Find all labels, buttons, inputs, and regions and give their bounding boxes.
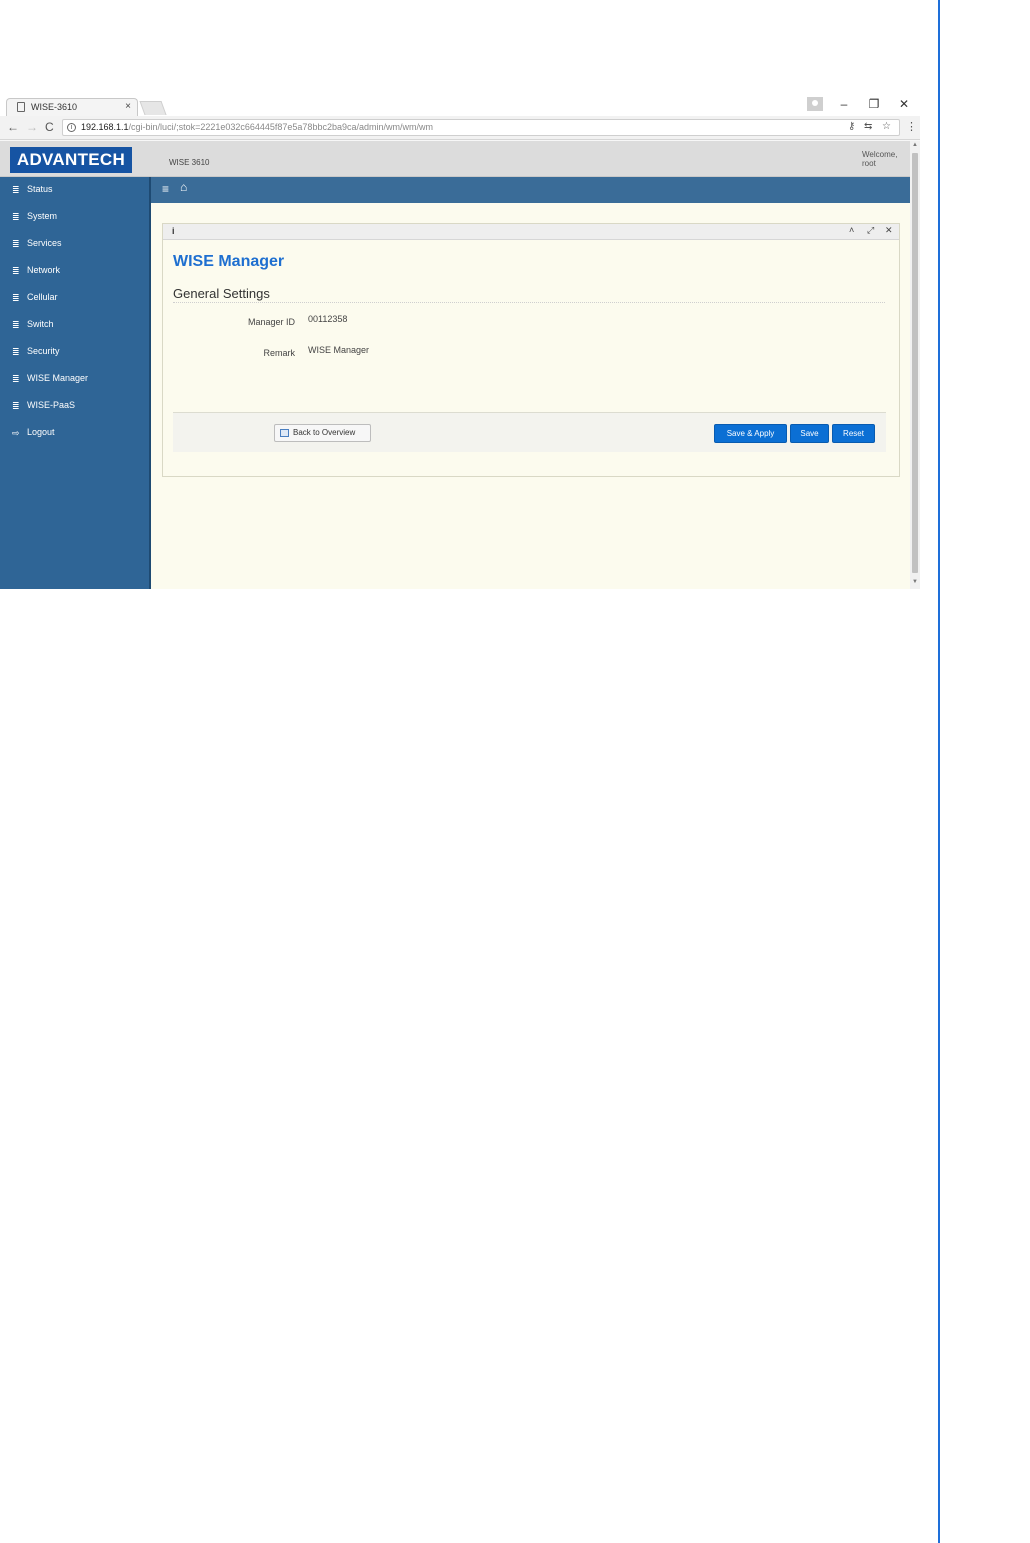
new-tab-button[interactable] — [139, 101, 167, 115]
sidebar-item-label: Security — [27, 346, 60, 356]
sidebar-item-label: Switch — [27, 319, 54, 329]
back-button-label: Back to Overview — [293, 428, 356, 437]
translate-icon[interactable]: ⇆ — [864, 121, 872, 132]
close-window-icon[interactable]: ✕ — [894, 97, 914, 111]
sidebar-item-network[interactable]: ≣ Network — [0, 258, 149, 285]
back-to-overview-button[interactable]: Back to Overview — [274, 424, 371, 442]
app-header: ADVANTECH WISE 3610 Welcome, root — [0, 141, 910, 177]
info-icon: i — [172, 226, 175, 236]
address-bar[interactable]: i 192.168.1.1/cgi-bin/luci/;stok=2221e03… — [62, 119, 900, 136]
scroll-thumb[interactable] — [912, 153, 918, 573]
forward-arrow-icon[interactable]: → — [26, 120, 38, 134]
sidebar-item-cellular[interactable]: ≣ Cellular — [0, 285, 149, 312]
sidebar-item-label: Cellular — [27, 292, 58, 302]
sidebar-item-services[interactable]: ≣ Services — [0, 231, 149, 258]
key-icon[interactable]: ⚷ — [848, 121, 855, 132]
sidebar-item-switch[interactable]: ≣ Switch — [0, 312, 149, 339]
sidebar-item-label: Status — [27, 184, 53, 194]
list-icon: ≣ — [12, 266, 20, 276]
scroll-up-icon[interactable]: ▲ — [912, 142, 918, 148]
advantech-logo: ADVANTECH — [10, 147, 132, 173]
page-title: WISE Manager — [173, 253, 285, 270]
close-icon[interactable]: ✕ — [885, 225, 893, 236]
reload-icon[interactable]: C — [45, 120, 54, 134]
product-name: WISE 3610 — [169, 158, 210, 167]
browser-menu-icon[interactable]: ⋮ — [906, 120, 917, 133]
url-host: 192.168.1.1 — [81, 122, 129, 132]
minimize-icon[interactable]: – — [834, 97, 854, 111]
collapse-icon[interactable]: ˄ — [849, 225, 854, 235]
section-title: General Settings — [173, 286, 270, 301]
sidebar-item-label: WISE-PaaS — [27, 400, 76, 410]
scroll-down-icon[interactable]: ▼ — [912, 579, 918, 585]
expand-icon[interactable]: ⤢ — [867, 225, 874, 236]
list-icon: ≣ — [12, 293, 20, 303]
sidebar-item-label: System — [27, 211, 58, 221]
url-text: 192.168.1.1/cgi-bin/luci/;stok=2221e032c… — [81, 122, 433, 132]
page-icon — [17, 102, 25, 112]
sidebar-item-security[interactable]: ≣ Security — [0, 339, 149, 366]
remark-value: WISE Manager — [308, 345, 370, 355]
username: root — [862, 159, 876, 168]
page-scrollbar[interactable]: ▲ ▼ — [910, 141, 920, 589]
section-divider — [173, 302, 885, 303]
document-page: WISE-3610 × – ❐ ✕ ← → C i 192.168.1.1/cg… — [0, 0, 1030, 1543]
sidebar-item-status[interactable]: ≣ Status — [0, 177, 149, 204]
settings-panel: i ˄ ⤢ ✕ WISE Manager General Settings Ma… — [162, 223, 900, 477]
sidebar-item-wise-manager[interactable]: ≣ WISE Manager — [0, 366, 149, 393]
sidebar-item-label: Services — [27, 238, 62, 248]
user-profile-icon[interactable] — [807, 97, 823, 111]
tab-title: WISE-3610 — [31, 102, 78, 112]
main-content: i ˄ ⤢ ✕ WISE Manager General Settings Ma… — [151, 203, 910, 589]
browser-tab[interactable]: WISE-3610 × — [6, 98, 138, 116]
manager-id-value: 00112358 — [308, 314, 348, 324]
back-arrow-icon[interactable]: ← — [7, 120, 19, 134]
tab-strip: WISE-3610 × – ❐ ✕ — [0, 96, 920, 116]
list-icon: ≣ — [12, 185, 20, 195]
sidebar-item-label: WISE Manager — [27, 373, 89, 383]
hamburger-menu-icon[interactable]: ≡ — [162, 182, 169, 196]
sidebar-item-label: Logout — [27, 427, 55, 437]
tab-close-icon[interactable]: × — [125, 101, 131, 112]
restore-icon[interactable]: ❐ — [864, 97, 884, 111]
sidebar-item-wise-paas[interactable]: ≣ WISE-PaaS — [0, 393, 149, 420]
sidebar-item-label: Network — [27, 265, 61, 275]
home-icon[interactable]: ⌂ — [180, 180, 187, 194]
bookmark-star-icon[interactable]: ☆ — [882, 121, 891, 132]
list-icon: ≣ — [12, 212, 20, 222]
page-margin-rule — [938, 0, 940, 1543]
sidebar-item-logout[interactable]: ⇨ Logout — [0, 420, 149, 447]
url-path: /cgi-bin/luci/;stok=2221e032c664445f87e5… — [128, 122, 433, 132]
overview-icon — [280, 429, 289, 437]
welcome-line: Welcome, — [862, 150, 898, 159]
panel-header: i ˄ ⤢ ✕ — [163, 224, 899, 240]
top-nav-bar: ≡ ⌂ — [151, 177, 910, 203]
form-actions: Back to Overview Save & Apply Save Reset — [173, 412, 886, 452]
sidebar-item-system[interactable]: ≣ System — [0, 204, 149, 231]
browser-window: WISE-3610 × – ❐ ✕ ← → C i 192.168.1.1/cg… — [0, 96, 920, 589]
sidebar: ≣ Status ≣ System ≣ Services ≣ Network ≣… — [0, 177, 151, 589]
logout-icon: ⇨ — [12, 428, 20, 438]
manager-id-label: Manager ID — [247, 317, 295, 327]
list-icon: ≣ — [12, 401, 20, 411]
save-apply-button[interactable]: Save & Apply — [714, 424, 787, 443]
list-icon: ≣ — [12, 347, 20, 357]
list-icon: ≣ — [12, 320, 20, 330]
browser-toolbar: ← → C i 192.168.1.1/cgi-bin/luci/;stok=2… — [0, 116, 920, 140]
save-button[interactable]: Save — [790, 424, 829, 443]
reset-button[interactable]: Reset — [832, 424, 875, 443]
list-icon: ≣ — [12, 239, 20, 249]
welcome-text: Welcome, root — [862, 150, 910, 168]
remark-label: Remark — [263, 348, 295, 358]
list-icon: ≣ — [12, 374, 20, 384]
site-info-icon[interactable]: i — [67, 123, 76, 132]
